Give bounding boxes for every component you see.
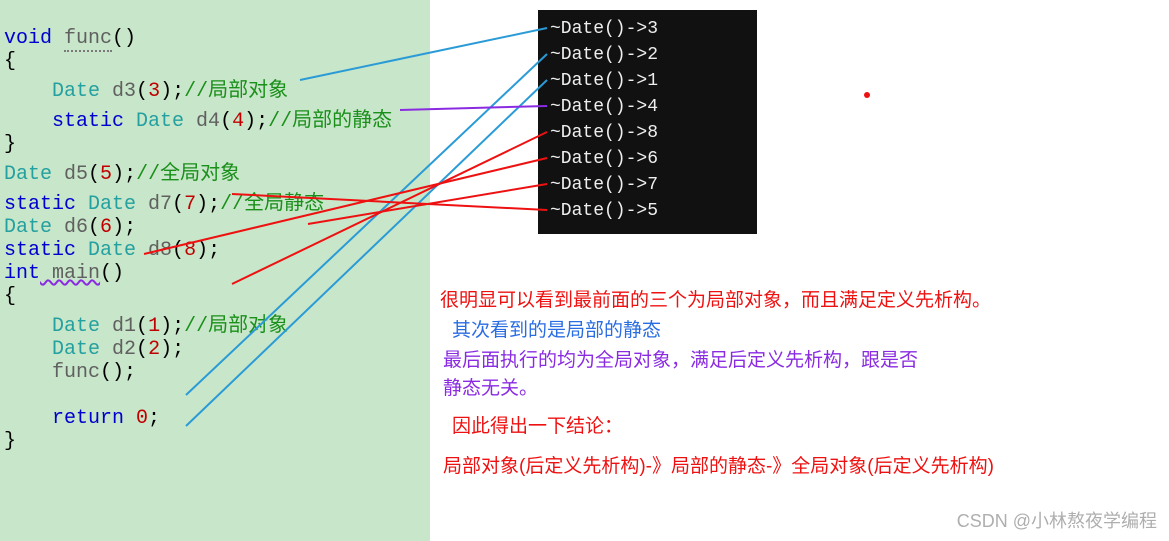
console-line: ~Date()->1: [550, 68, 745, 94]
code-token: }: [4, 133, 16, 156]
code-panel: void func() { Date d3(3);//局部对象 static D…: [0, 0, 430, 541]
note-conclusion-title: 因此得出一下结论：: [452, 414, 623, 440]
code-token: );: [160, 315, 184, 338]
code-token: );: [112, 163, 136, 186]
code-token: );: [160, 338, 184, 361]
code-token: (): [112, 27, 136, 50]
code-token: Date: [52, 315, 100, 338]
code-token: func: [64, 27, 112, 52]
code-token: );: [196, 239, 220, 262]
code-comment: //全局对象: [136, 163, 240, 186]
console-line: ~Date()->7: [550, 172, 745, 198]
code-token: (: [172, 193, 184, 216]
code-comment: //全局静态: [220, 193, 324, 216]
red-dot-icon: [864, 92, 870, 98]
code-token: return: [52, 407, 136, 430]
code-token: 6: [100, 216, 112, 239]
code-token: );: [244, 110, 268, 133]
code-token: main: [40, 262, 100, 285]
code-token: ();: [100, 361, 136, 384]
code-token: (: [88, 216, 100, 239]
code-token: [4, 407, 52, 430]
code-comment: //局部对象: [184, 315, 288, 338]
code-token: (: [220, 110, 232, 133]
code-token: int: [4, 262, 40, 285]
console-output: ~Date()->3 ~Date()->2 ~Date()->1 ~Date()…: [538, 10, 757, 234]
code-token: Date: [4, 216, 52, 239]
code-token: void: [4, 27, 52, 50]
code-token: Date: [4, 163, 52, 186]
console-line: ~Date()->6: [550, 146, 745, 172]
code-token: d6: [52, 216, 88, 239]
code-comment: //局部的静态: [268, 110, 392, 133]
console-line: ~Date()->2: [550, 42, 745, 68]
code-token: Date: [88, 193, 136, 216]
code-token: d7: [136, 193, 172, 216]
code-token: 0: [136, 407, 148, 430]
code-token: (: [88, 163, 100, 186]
code-token: [4, 361, 52, 384]
watermark: CSDN @小林熬夜学编程: [957, 507, 1157, 533]
console-line: ~Date()->3: [550, 16, 745, 42]
code-token: d3: [100, 80, 136, 103]
code-token: d8: [136, 239, 172, 262]
note-purple-1: 最后面执行的均为全局对象，满足后定义先析构，跟是否: [443, 348, 918, 374]
code-token: 5: [100, 163, 112, 186]
code-token: [4, 110, 52, 133]
code-token: 3: [148, 80, 160, 103]
code-token: d4: [184, 110, 220, 133]
code-token: d1: [100, 315, 136, 338]
code-token: 7: [184, 193, 196, 216]
code-token: Date: [136, 110, 184, 133]
console-line: ~Date()->4: [550, 94, 745, 120]
code-token: Date: [52, 338, 100, 361]
code-token: (): [100, 262, 124, 285]
note-conclusion-body: 局部对象(后定义先析构)-》局部的静态-》全局对象(后定义先析构): [443, 454, 994, 480]
code-token: [4, 80, 52, 103]
note-blue: 其次看到的是局部的静态: [452, 318, 661, 344]
code-token: 2: [148, 338, 160, 361]
code-token: (: [172, 239, 184, 262]
code-token: func: [52, 361, 100, 384]
code-token: }: [4, 430, 16, 453]
code-token: );: [112, 216, 136, 239]
code-token: static: [4, 193, 88, 216]
code-token: );: [160, 80, 184, 103]
code-token: (: [136, 315, 148, 338]
code-token: 8: [184, 239, 196, 262]
code-token: static: [52, 110, 136, 133]
code-token: static: [4, 239, 88, 262]
code-token: {: [4, 50, 16, 73]
code-comment: //局部对象: [184, 80, 288, 103]
note-purple-2: 静态无关。: [443, 376, 538, 402]
code-token: (: [136, 338, 148, 361]
code-token: (: [136, 80, 148, 103]
note-red-1: 很明显可以看到最前面的三个为局部对象，而且满足定义先析构。: [440, 288, 1160, 314]
code-token: [4, 338, 52, 361]
console-line: ~Date()->5: [550, 198, 745, 224]
code-token: Date: [52, 80, 100, 103]
code-token: {: [4, 285, 16, 308]
code-token: ;: [148, 407, 160, 430]
code-token: 1: [148, 315, 160, 338]
code-token: d5: [52, 163, 88, 186]
code-token: Date: [88, 239, 136, 262]
code-token: [4, 315, 52, 338]
code-token: 4: [232, 110, 244, 133]
console-line: ~Date()->8: [550, 120, 745, 146]
code-token: );: [196, 193, 220, 216]
code-token: d2: [100, 338, 136, 361]
